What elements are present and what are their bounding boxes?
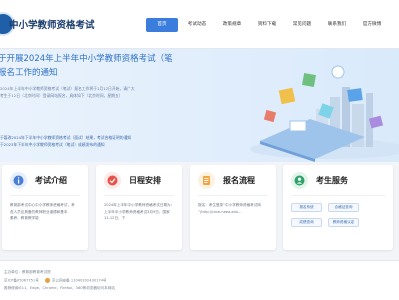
card-text: 报名：考生登录“中小学教师资格考试网 ”(http://ntce.neea.ed…	[198, 202, 272, 215]
nav-downloads[interactable]: 资料下载	[251, 18, 283, 32]
card-text: 教育部考试中心中小学教师资格考试，考 查人员应具备的教师职业道德和基本 素养，教…	[10, 202, 84, 222]
nav-faq[interactable]: 常见问题	[286, 18, 318, 32]
banner-illustration	[250, 65, 399, 162]
footer-browser-note: 推荐使用IE11、Edge、Chrome、Firefox、360等浏览器访问本网…	[4, 286, 115, 290]
card-divider	[198, 195, 268, 196]
card-text-line: ”(http://ntce.neea.edu...	[198, 209, 242, 214]
card-exam-intro[interactable]: 考试介绍 教育部考试中心中小学教师资格考试，考 查人员应具备的教师职业道德和基本…	[2, 165, 88, 250]
card-text-line: 2024年上半年中小学教师资格考试日期为：	[104, 203, 175, 207]
site-header: 中小学教师资格考试 首页 考试动态 政策规章 资料下载 常见问题 联系我们 官方…	[0, 0, 399, 49]
card-text-line: 11-12日，下	[104, 216, 126, 220]
service-registration-system[interactable]: 报名系统	[291, 203, 322, 212]
card-title: 考试介绍	[35, 176, 67, 185]
nav-exam-news[interactable]: 考试动态	[181, 18, 213, 32]
service-qualification-certification[interactable]: 教师资格认定	[328, 218, 359, 227]
site-footer: 主办单位：教育部教育考试院 京ICP备05067751号 京公网安备 110402…	[0, 260, 399, 300]
card-title: 日程安排	[129, 176, 161, 185]
card-divider	[104, 195, 174, 196]
police-record-link[interactable]: 京公网安备 11040202430174号	[52, 279, 107, 283]
service-links: 报名系统 合格证查询 成绩查询 教师资格认定	[291, 203, 359, 227]
check-icon	[104, 172, 121, 189]
banner-desc-line1: 2024年上半年中小学教师资格考试（笔试）报名工作将于1月12日开始，请广大	[0, 86, 135, 91]
card-text-line: 教育部考试中心中小学教师资格考试，考	[10, 203, 75, 207]
card-divider	[10, 195, 80, 196]
notice-link-1[interactable]: 于篡改2024年下半年中小学教师资格考试（面试）结果，考试合格证明的通知	[0, 134, 185, 141]
card-divider	[291, 195, 385, 196]
service-certificate-query[interactable]: 合格证查询	[328, 203, 359, 212]
card-schedule[interactable]: 日程安排 2024年上半年中小学教师资格考试日期为： 上半年中小学教师资格考试3…	[96, 165, 182, 250]
card-registration[interactable]: 报名流程 报名：考生登录“中小学教师资格考试网 ”(http://ntce.ne…	[190, 165, 276, 250]
banner-description: 2024年上半年中小学教师资格考试（笔试）报名工作将于1月12日开始，请广大 考…	[0, 85, 175, 99]
service-score-query[interactable]: 成绩查询	[291, 218, 322, 227]
info-icon	[10, 172, 27, 189]
nav-weibo[interactable]: 官方微博	[356, 18, 388, 32]
main-nav: 首页 考试动态 政策规章 资料下载 常见问题 联系我们 官方微博	[146, 18, 391, 32]
card-title: 报名流程	[223, 176, 255, 185]
card-text-line: 报名：考生登录“中小学教师资格考试网	[198, 203, 261, 207]
banner-notices: 于篡改2024年下半年中小学教师资格考试（面试）结果，考试合格证明的通知 于20…	[0, 134, 185, 148]
footer-organizer: 主办单位：教育部教育考试院	[4, 270, 51, 274]
card-title: 考生服务	[316, 176, 348, 185]
banner-headline-line1: 于开展2024年上半年中小学教师资格考试（笔	[0, 54, 173, 64]
feature-cards: 考试介绍 教育部考试中心中小学教师资格考试，考 查人员应具备的教师职业道德和基本…	[0, 165, 399, 255]
site-title[interactable]: 中小学教师资格考试	[9, 17, 95, 31]
banner-desc-line2: 考生于12日（北京时间）登录网站报名，具体如下（北京时间，星期五）	[0, 93, 123, 98]
footer-icp: 京ICP备05067751号 京公网安备 11040202430174号	[4, 278, 107, 284]
user-icon	[291, 172, 308, 189]
card-candidate-services: 考生服务 报名系统 合格证查询 成绩查询 教师资格认定	[283, 165, 393, 250]
document-icon	[198, 172, 215, 189]
card-text-line: 素养，教育教学能	[10, 216, 39, 220]
nav-home[interactable]: 首页	[146, 18, 178, 32]
icp-link[interactable]: 京ICP备05067751号	[4, 279, 39, 283]
card-text: 2024年上半年中小学教师资格考试日期为： 上半年中小学教师资格考试3月9日，国…	[104, 202, 178, 222]
banner-headline[interactable]: 于开展2024年上半年中小学教师资格考试（笔 报名工作的通知	[0, 52, 173, 80]
nav-contact[interactable]: 联系我们	[321, 18, 353, 32]
banner-headline-line2: 报名工作的通知	[0, 68, 58, 78]
notice-link-2[interactable]: 于2023年下半年中小学教师资格考试（笔试）成绩发布的通知	[0, 141, 185, 148]
police-badge-icon	[44, 278, 50, 283]
nav-policies[interactable]: 政策规章	[216, 18, 248, 32]
